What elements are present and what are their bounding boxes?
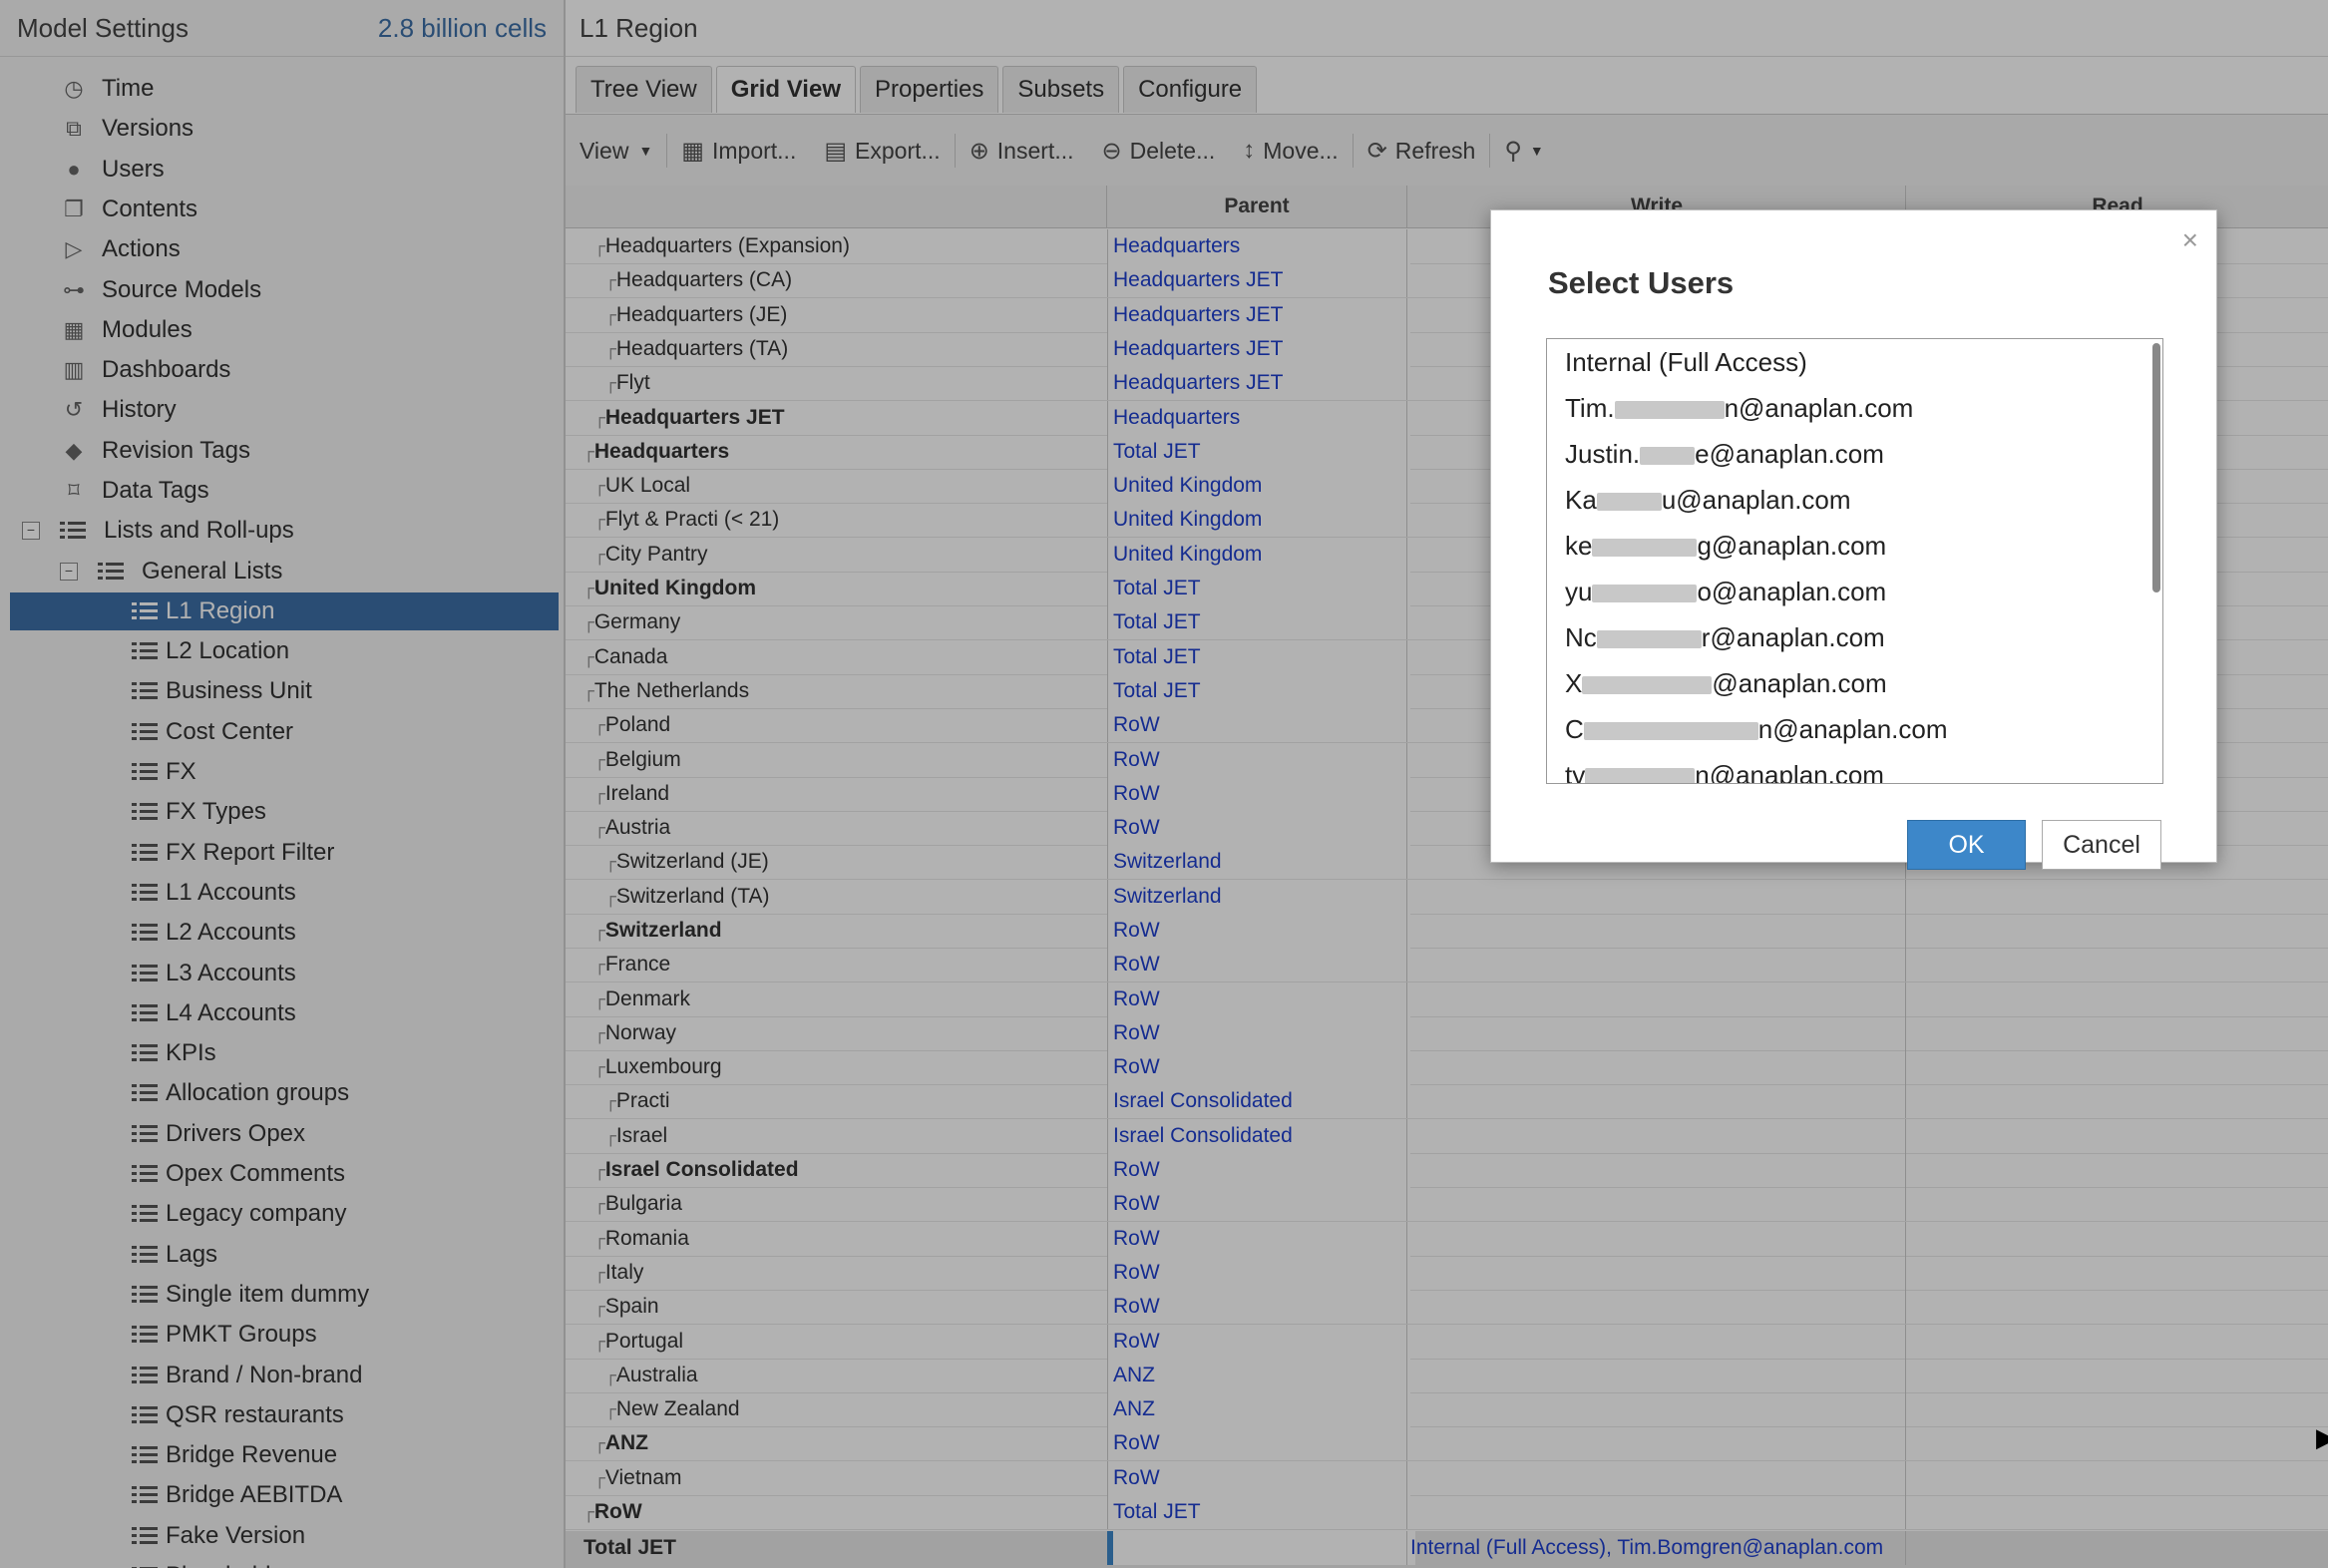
user-email-domain: u@anaplan.com — [1661, 485, 1851, 515]
user-name-start: yu — [1565, 577, 1593, 606]
redacted-text — [1640, 447, 1696, 466]
user-email-domain: g@anaplan.com — [1697, 531, 1887, 561]
user-name-start: Internal (Full Access) — [1565, 347, 1807, 377]
mouse-cursor-icon: ▶ — [2316, 1422, 2328, 1452]
user-email-domain: e@anaplan.com — [1695, 439, 1884, 469]
select-users-dialog: × Select Users Internal (Full Access) Tim… — [1490, 209, 2217, 870]
user-option[interactable]: Ka u@anaplan.com — [1547, 477, 2162, 523]
user-email-domain: r@anaplan.com — [1701, 622, 1885, 652]
redacted-text — [1592, 585, 1698, 603]
user-name-start: Ka — [1565, 485, 1597, 515]
redacted-text — [1583, 722, 1758, 741]
user-option[interactable]: Justin. e@anaplan.com — [1547, 431, 2162, 477]
user-items: Internal (Full Access) Tim. n@anaplan.com J… — [1547, 339, 2162, 784]
user-name-start: X — [1565, 668, 1583, 698]
redacted-text — [1614, 401, 1725, 420]
user-name-start: ke — [1565, 531, 1593, 561]
user-option[interactable]: Internal (Full Access) — [1547, 339, 2162, 385]
listbox-scrollbar[interactable] — [2152, 343, 2160, 592]
user-option[interactable]: X @anaplan.com — [1547, 660, 2162, 706]
dialog-title: Select Users — [1548, 265, 1735, 300]
user-email-domain: n@anaplan.com — [1757, 714, 1948, 744]
user-name-start: Tim. — [1565, 393, 1615, 423]
user-name-start: Nc — [1565, 622, 1597, 652]
user-option[interactable]: ty n@anaplan.com — [1547, 752, 2162, 784]
user-option[interactable]: Tim. n@anaplan.com — [1547, 385, 2162, 431]
cancel-button[interactable]: Cancel — [2042, 820, 2161, 870]
ok-button[interactable]: OK — [1907, 820, 2026, 870]
user-email-domain: n@anaplan.com — [1724, 393, 1914, 423]
user-name-start: C — [1565, 714, 1584, 744]
redacted-text — [1582, 676, 1713, 695]
user-name-start: ty — [1565, 760, 1586, 784]
user-name-start: Justin. — [1565, 439, 1641, 469]
user-email-domain: o@anaplan.com — [1697, 577, 1887, 606]
user-email-domain: @anaplan.com — [1712, 668, 1887, 698]
users-listbox[interactable]: Internal (Full Access) Tim. n@anaplan.com J… — [1546, 338, 2163, 784]
user-option[interactable]: yu o@anaplan.com — [1547, 569, 2162, 614]
user-option[interactable]: Cn@anaplan.com — [1547, 706, 2162, 752]
redacted-text — [1585, 768, 1696, 783]
user-email-domain: n@anaplan.com — [1695, 760, 1884, 784]
redacted-text — [1596, 493, 1662, 512]
user-option[interactable]: ke g@anaplan.com — [1547, 523, 2162, 569]
close-icon[interactable]: × — [2182, 224, 2198, 256]
user-option[interactable]: Nc r@anaplan.com — [1547, 614, 2162, 660]
redacted-text — [1596, 630, 1702, 649]
redacted-text — [1592, 539, 1698, 558]
